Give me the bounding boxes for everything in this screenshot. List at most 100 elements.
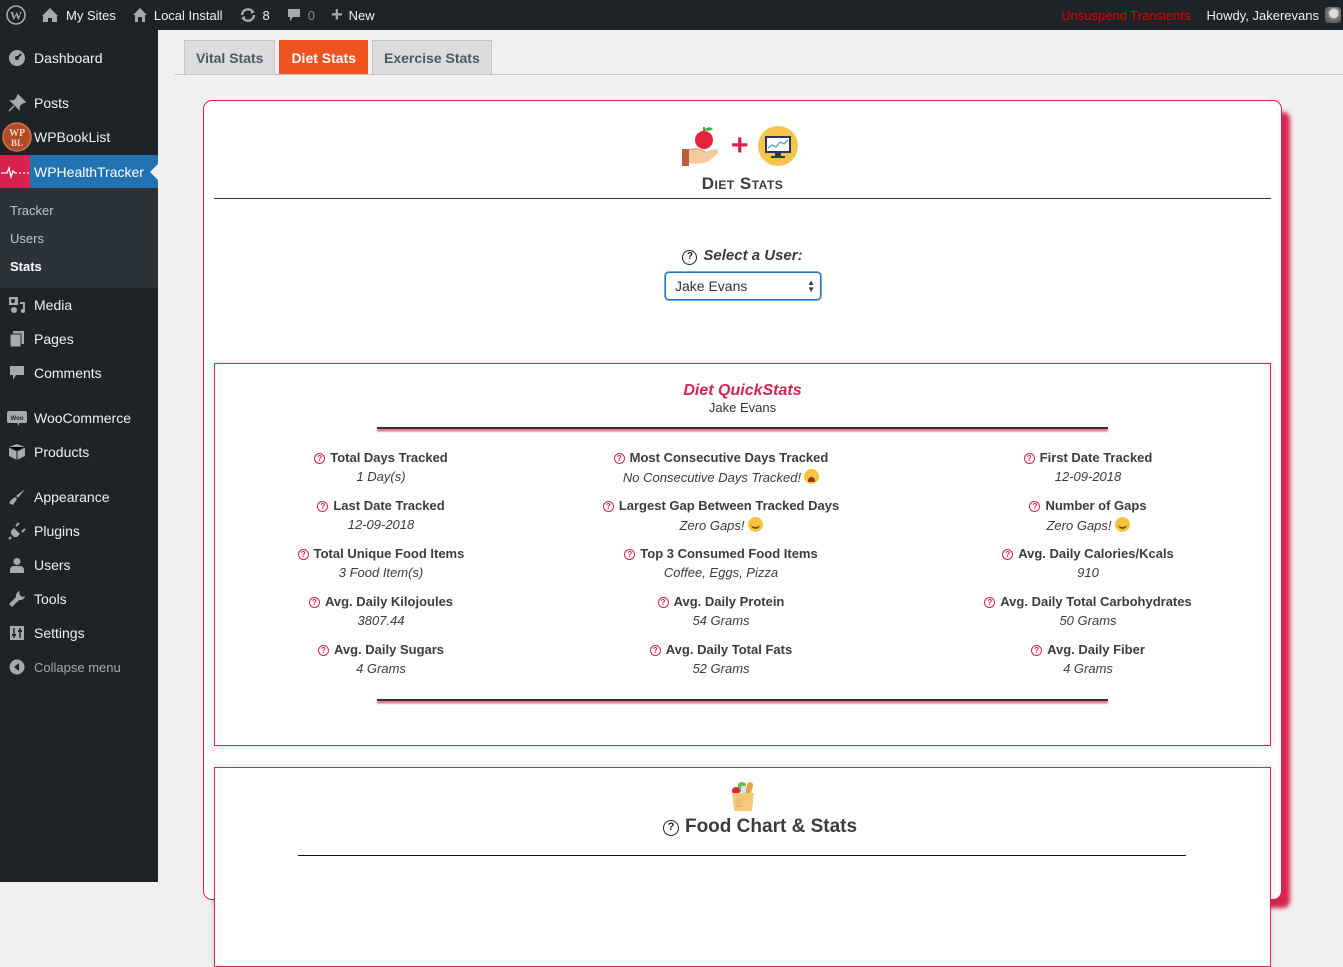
sidebar-item-woocommerce[interactable]: Woo WooCommerce (0, 401, 158, 435)
sidebar-item-wphealthtracker[interactable]: WPHealthTracker (0, 155, 158, 189)
help-icon[interactable]: ? (649, 645, 661, 656)
help-icon[interactable]: ? (314, 453, 326, 464)
new-content-button[interactable]: + New (323, 0, 383, 30)
stat-item: ? Avg. Daily Protein 54 Grams (551, 594, 891, 628)
stat-value-text: 52 Grams (692, 661, 750, 676)
submenu-item-users[interactable]: Users (10, 231, 44, 246)
help-icon[interactable]: ? (1002, 549, 1014, 560)
tab-vital-stats[interactable]: Vital Stats (184, 40, 276, 74)
stat-value-text: 12-09-2018 (1054, 469, 1122, 484)
updates-button[interactable]: 8 (231, 0, 278, 30)
help-icon[interactable]: ? (624, 549, 636, 560)
unsuspend-transients-link[interactable]: Unsuspend Transients (1053, 0, 1198, 30)
stat-label: ? Avg. Daily Calories/Kcals (918, 546, 1258, 561)
user-account-menu[interactable]: Howdy, Jakerevans (1199, 0, 1343, 30)
stat-label: ? Avg. Daily Total Carbohydrates (918, 594, 1258, 609)
sidebar-item-products[interactable]: Products (0, 435, 158, 469)
sidebar-item-pages[interactable]: Pages (0, 322, 158, 356)
sidebar-item-settings[interactable]: Settings (0, 616, 158, 650)
stat-label: ? Avg. Daily Kilojoules (211, 594, 551, 609)
help-icon[interactable]: ? (308, 597, 320, 608)
sidebar-item-label: Dashboard (34, 50, 103, 66)
sad-face-emoji-icon (804, 469, 820, 484)
user-avatar (1325, 7, 1341, 23)
stat-label: ? Avg. Daily Total Fats (551, 642, 891, 657)
sidebar-item-label: Pages (34, 331, 74, 347)
select-user-label: ? Select a User: (204, 247, 1281, 265)
sidebar-item-label: Tools (34, 591, 67, 607)
stat-value-text: Coffee, Eggs, Pizza (663, 565, 779, 580)
stat-label-text: Total Unique Food Items (313, 546, 465, 561)
help-icon[interactable]: ? (662, 820, 679, 836)
help-icon[interactable]: ? (984, 597, 996, 608)
help-icon[interactable]: ? (317, 501, 329, 512)
help-icon[interactable]: ? (602, 501, 614, 512)
help-icon[interactable]: ? (297, 549, 309, 560)
sidebar-item-users[interactable]: Users (0, 548, 158, 582)
stat-label-text: Avg. Daily Fiber (1047, 642, 1145, 657)
pin-icon (0, 94, 34, 112)
help-icon[interactable]: ? (1031, 645, 1043, 656)
help-icon[interactable]: ? (613, 453, 625, 464)
sidebar-item-plugins[interactable]: Plugins (0, 514, 158, 548)
quickstats-panel: Diet QuickStats Jake Evans ? Total Days T… (214, 363, 1271, 746)
stat-label-text: Avg. Daily Total Fats (665, 642, 793, 657)
admin-bar: W My Sites Local Install 8 0 + New Unsus… (0, 0, 1343, 30)
sidebar-item-media[interactable]: Media (0, 288, 158, 322)
plus-sign: + (731, 129, 749, 162)
stat-item: ? Number of Gaps Zero Gaps! (918, 498, 1258, 533)
tabs-divider (175, 74, 1343, 75)
sidebar-item-wpbooklist[interactable]: WP BL WPBookList (0, 120, 158, 154)
my-sites-label: My Sites (66, 7, 116, 23)
smiling-face-emoji-icon (747, 517, 763, 532)
stat-label-text: Avg. Daily Calories/Kcals (1018, 546, 1174, 561)
sidebar-item-comments[interactable]: Comments (0, 356, 158, 390)
tab-exercise-stats[interactable]: Exercise Stats (372, 40, 492, 74)
stat-value: Zero Gaps! (551, 517, 891, 533)
food-chart-panel: ? Food Chart & Stats (214, 767, 1271, 967)
stat-value-text: 12-09-2018 (347, 517, 415, 532)
my-sites-menu[interactable]: My Sites (32, 0, 124, 30)
tab-diet-stats[interactable]: Diet Stats (279, 40, 369, 74)
sidebar-item-appearance[interactable]: Appearance (0, 480, 158, 514)
stat-item: ? Avg. Daily Calories/Kcals 910 (918, 546, 1258, 580)
stat-label-text: Largest Gap Between Tracked Days (618, 498, 840, 513)
sidebar-item-tools[interactable]: Tools (0, 582, 158, 616)
sidebar-item-label: Comments (34, 365, 102, 381)
submenu-item-stats[interactable]: Stats (10, 259, 42, 274)
stat-label: ? Top 3 Consumed Food Items (551, 546, 891, 561)
help-icon[interactable]: ? (657, 597, 669, 608)
sidebar-item-dashboard[interactable]: Dashboard (0, 41, 158, 75)
comment-icon (286, 7, 302, 23)
sidebar-item-label: Posts (34, 95, 70, 111)
page-title: Diet Stats (701, 174, 784, 193)
grocery-bag-icon (732, 782, 754, 811)
user-select[interactable]: Jake Evans ▲ ▼ (665, 272, 821, 300)
stat-item: ? Total Unique Food Items 3 Food Item(s) (211, 546, 551, 580)
help-icon[interactable]: ? (317, 645, 329, 656)
quickstats-title: Diet QuickStats (683, 382, 802, 399)
wordpress-logo-button[interactable]: W (0, 0, 32, 30)
help-icon[interactable]: ? (1023, 453, 1035, 464)
stat-value: 1 Day(s) (211, 469, 551, 484)
stat-label: ? Last Date Tracked (211, 498, 551, 513)
svg-text:Woo: Woo (11, 416, 24, 422)
smiling-face-emoji-icon (1114, 517, 1130, 532)
user-select-value: Jake Evans (675, 278, 748, 294)
sidebar-item-label: Users (34, 557, 71, 573)
plus-icon: + (330, 4, 343, 26)
title-divider (214, 198, 1271, 199)
help-icon[interactable]: ? (1029, 501, 1041, 512)
stat-value: 4 Grams (211, 661, 551, 676)
stat-value: Coffee, Eggs, Pizza (551, 565, 891, 580)
site-name-menu[interactable]: Local Install (124, 0, 231, 30)
stat-item: ? Avg. Daily Total Carbohydrates 50 Grams (918, 594, 1258, 628)
submenu-item-tracker[interactable]: Tracker (10, 203, 54, 218)
stat-label-text: Avg. Daily Sugars (333, 642, 445, 657)
help-icon[interactable]: ? (682, 250, 698, 265)
pages-icon (0, 330, 34, 348)
comments-button[interactable]: 0 (278, 0, 323, 30)
collapse-menu-button[interactable]: Collapse menu (0, 650, 158, 684)
sidebar-item-label: WPBookList (34, 129, 111, 145)
sidebar-item-posts[interactable]: Posts (0, 86, 158, 120)
